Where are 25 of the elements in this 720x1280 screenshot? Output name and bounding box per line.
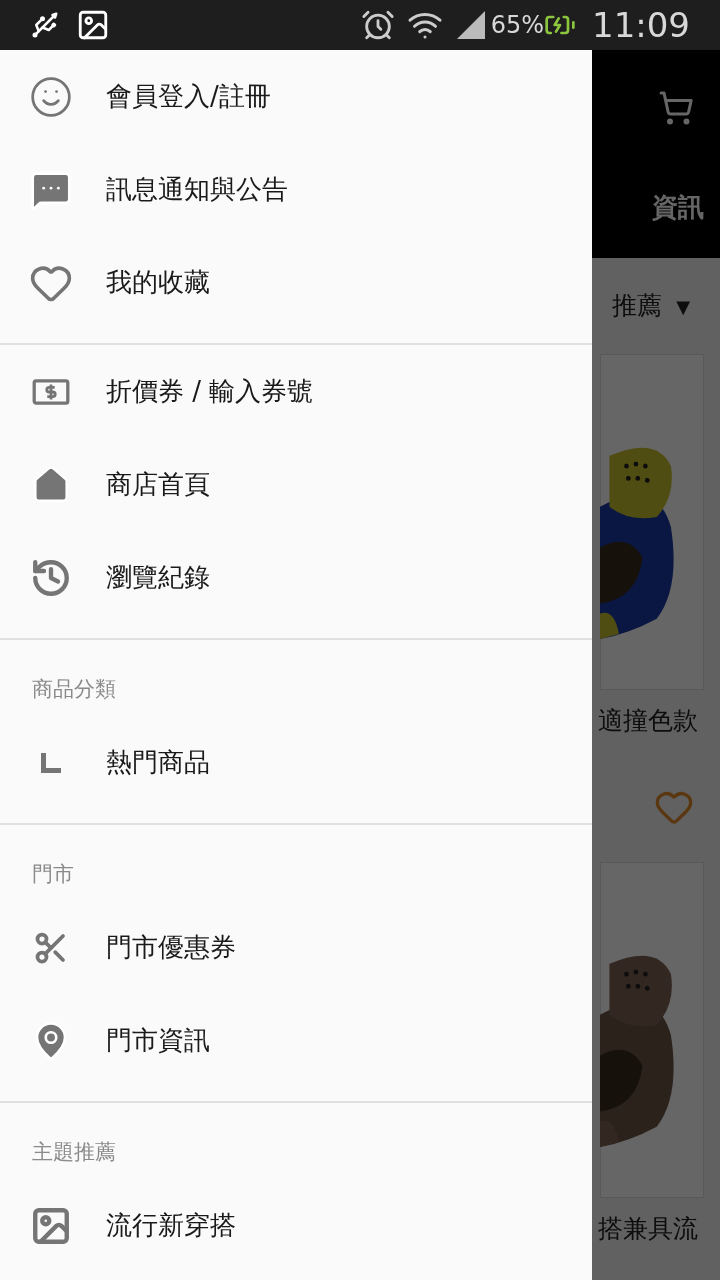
drawer-item[interactable]: 門市優惠券 [0, 901, 592, 994]
app-bar-title: 資訊 [652, 191, 705, 224]
clock: 11:09 [592, 3, 690, 47]
drawer-item[interactable]: 門市資訊 [0, 994, 592, 1087]
drawer-item[interactable]: 會員登入/註冊 [0, 50, 592, 143]
cart-icon[interactable] [658, 90, 694, 126]
corner-icon [39, 750, 63, 775]
section-header: 門市 [32, 862, 74, 886]
drawer-item[interactable]: 瀏覽紀錄 [0, 531, 592, 624]
section-header: 商品分類 [32, 677, 116, 701]
drawer-item[interactable]: 流行新穿搭 [0, 1179, 592, 1272]
section-header: 主題推薦 [32, 1140, 116, 1164]
alarm-icon [360, 8, 395, 42]
drawer-item[interactable]: 折價券 / 輸入券號 [0, 345, 592, 438]
drawer-item[interactable]: 我的收藏 [0, 236, 592, 329]
smiley-icon [29, 74, 73, 119]
product-name: 搭兼具流 [598, 1213, 698, 1246]
image-icon [76, 8, 110, 42]
product-name: 適撞色款 [598, 705, 698, 738]
drawer-item[interactable]: 商店首頁 [0, 438, 592, 531]
battery-percent: 65% [490, 10, 544, 41]
drawer-item[interactable]: 訊息通知與公告 [0, 143, 592, 236]
drawer-item[interactable]: 熱門商品 [0, 716, 592, 809]
coupon-icon [32, 377, 70, 406]
usb-icon [30, 10, 60, 40]
